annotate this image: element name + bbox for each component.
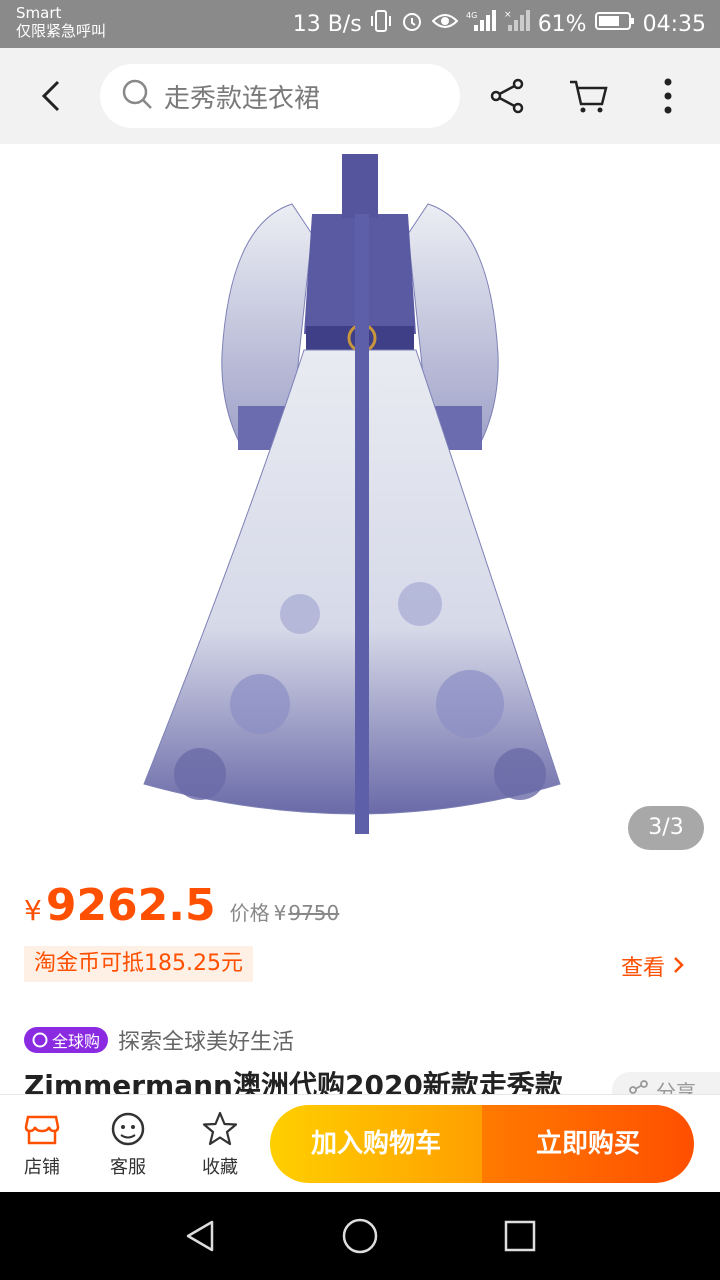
- global-shopping-row: 全球购 探索全球美好生活: [24, 1024, 294, 1056]
- battery-icon: [594, 11, 635, 37]
- global-badge: 全球购: [24, 1027, 109, 1053]
- price-currency: ¥: [24, 894, 42, 927]
- star-icon: [202, 1111, 238, 1146]
- share-button[interactable]: [484, 72, 532, 120]
- clock: 04:35: [642, 11, 706, 37]
- search-placeholder: 走秀款连衣裙: [164, 83, 321, 114]
- carrier-info: Smart 仅限紧急呼叫: [16, 4, 106, 40]
- status-indicators: 13 B/s 4G × 61% 04:35: [293, 10, 706, 38]
- more-icon: [664, 78, 672, 114]
- favorite-tab[interactable]: 收藏: [188, 1109, 252, 1179]
- svg-text:×: ×: [504, 10, 512, 20]
- service-tab[interactable]: 客服: [96, 1109, 160, 1179]
- favorite-label: 收藏: [202, 1157, 238, 1178]
- top-header: 走秀款连衣裙: [0, 48, 720, 144]
- service-label: 客服: [110, 1157, 146, 1178]
- carrier-sub: 仅限紧急呼叫: [16, 22, 107, 40]
- price-row: ¥ 9262.5 价格 ¥ 9750: [24, 880, 339, 940]
- nav-back-button[interactable]: [180, 1216, 220, 1256]
- search-input[interactable]: 走秀款连衣裙: [100, 64, 460, 128]
- image-counter: 3/3: [628, 806, 704, 850]
- bottom-action-bar: 店铺 客服 收藏 加入购物车 立即购买: [0, 1094, 720, 1193]
- store-tab[interactable]: 店铺: [10, 1109, 74, 1179]
- back-icon: [41, 80, 60, 112]
- vibrate-icon: [370, 9, 392, 39]
- system-nav-bar: [0, 1192, 720, 1280]
- original-price-currency: ¥: [273, 901, 287, 925]
- original-price-value: 9750: [288, 901, 340, 925]
- signal-4g-icon: 4G: [466, 9, 496, 39]
- alarm-icon: [400, 9, 424, 39]
- original-price-label: 价格: [229, 901, 270, 925]
- carrier-name: Smart: [16, 4, 62, 22]
- circle-home-icon: [342, 1218, 378, 1254]
- battery-percent: 61%: [537, 11, 587, 37]
- product-image-gallery[interactable]: 3/3: [0, 144, 720, 864]
- nav-recents-button[interactable]: [500, 1216, 540, 1256]
- add-to-cart-button[interactable]: 加入购物车: [270, 1105, 482, 1183]
- store-label: 店铺: [24, 1157, 60, 1178]
- net-speed: 13 B/s: [292, 11, 362, 37]
- nav-home-button[interactable]: [340, 1216, 380, 1256]
- square-recents-icon: [504, 1220, 536, 1252]
- chevron-right-icon: [672, 956, 686, 981]
- eye-icon: [431, 11, 459, 37]
- back-button[interactable]: [30, 72, 74, 120]
- cart-icon: [570, 80, 608, 113]
- search-icon: [120, 77, 154, 115]
- dress-image: [143, 154, 561, 834]
- triangle-back-icon: [186, 1220, 214, 1252]
- signal-icon: ×: [504, 9, 530, 39]
- cart-button[interactable]: [564, 72, 612, 120]
- customer-service-icon: [111, 1112, 145, 1146]
- more-button[interactable]: [644, 72, 692, 120]
- price-value: 9262.5: [45, 880, 216, 931]
- global-badge-label: 全球购: [52, 1032, 101, 1051]
- share-icon: [490, 78, 524, 114]
- svg-text:4G: 4G: [466, 11, 477, 20]
- coin-discount-badge: 淘金币可抵185.25元: [24, 946, 253, 982]
- store-icon: [24, 1115, 60, 1145]
- buy-now-button[interactable]: 立即购买: [482, 1105, 694, 1183]
- global-slogan: 探索全球美好生活: [118, 1030, 295, 1055]
- status-bar: Smart 仅限紧急呼叫 13 B/s 4G × 61% 04:35: [0, 0, 720, 48]
- view-coin-label: 查看: [620, 956, 665, 981]
- global-logo-icon: [32, 1032, 48, 1048]
- view-coin-link[interactable]: 查看: [621, 950, 686, 982]
